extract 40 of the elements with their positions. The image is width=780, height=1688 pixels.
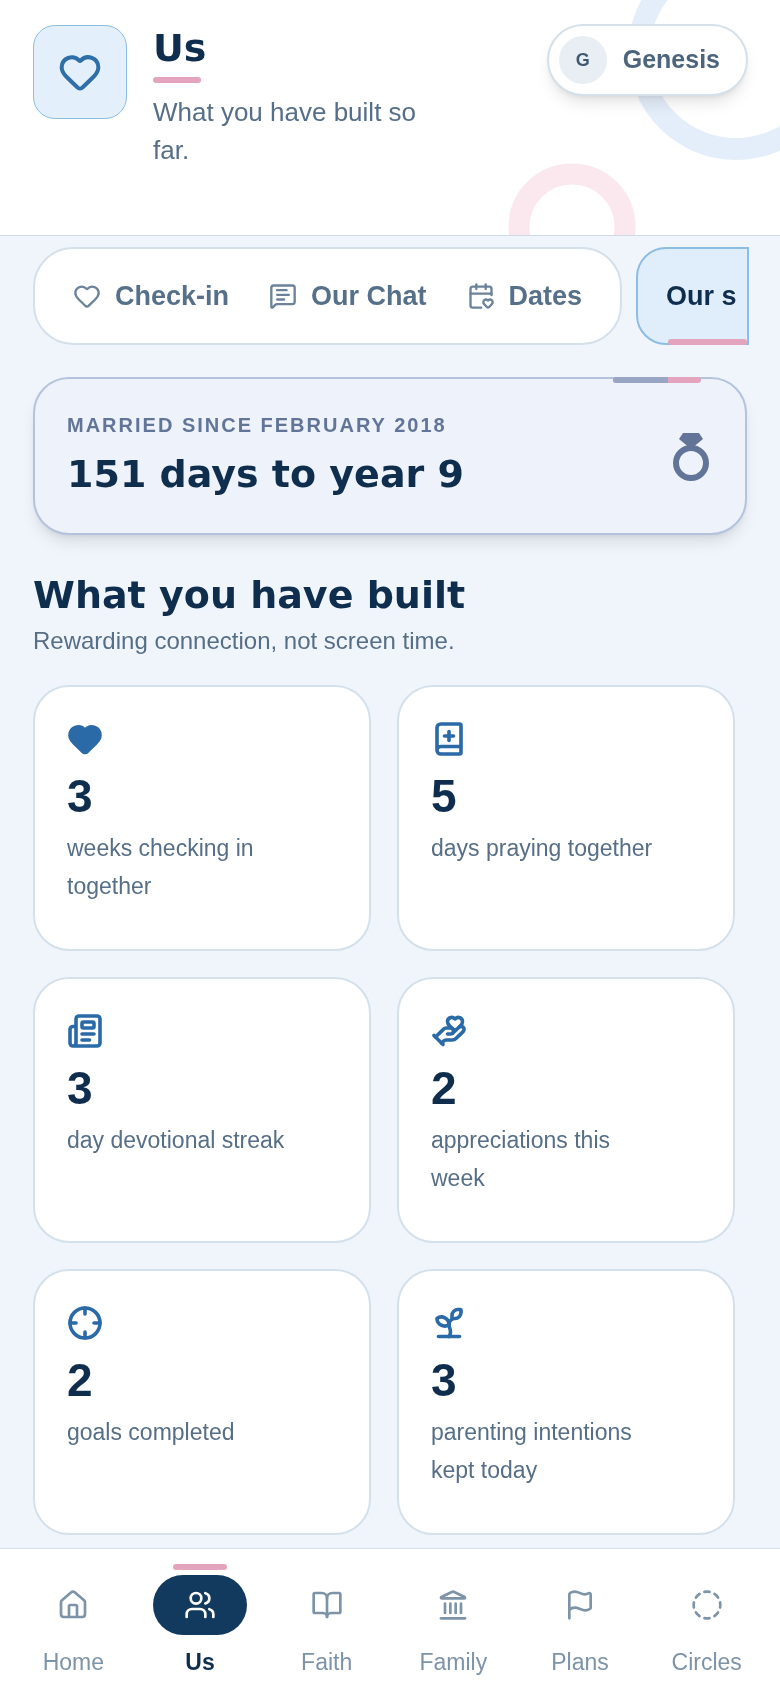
stat-label: appreciations this week [431, 1126, 611, 1193]
stat-label: weeks checking in together [67, 834, 255, 901]
crosshair-icon [67, 1305, 103, 1341]
section-subtitle: Rewarding connection, not screen time. [33, 626, 456, 656]
stat-label: day devotional streak [67, 1126, 286, 1155]
stat-value: 2 [67, 1353, 94, 1407]
stat-value: 5 [431, 769, 458, 823]
stat-label: goals completed [67, 1418, 236, 1447]
hand-heart-icon [431, 1013, 467, 1049]
title-underline [153, 77, 201, 83]
nav-item[interactable]: Family [390, 1575, 517, 1688]
tab[interactable]: Our s [636, 247, 749, 345]
circle-icon [690, 1589, 723, 1621]
anniversary-label: MARRIED SINCE FEBRUARY 2018 [67, 412, 448, 438]
nav-item[interactable]: Faith [263, 1575, 390, 1688]
page-subtitle: What you have built so far. [153, 96, 418, 167]
anniversary-countdown: 151 days to year 9 [67, 450, 464, 498]
stat-value: 3 [67, 769, 94, 823]
stat-label: days praying together [431, 834, 654, 863]
chat-icon [269, 282, 298, 310]
stat-label: parenting intentions kept today [431, 1418, 633, 1485]
tab[interactable]: Our Chat [269, 275, 427, 317]
calendar-icon [466, 282, 495, 310]
nav-item[interactable]: Circles [643, 1575, 770, 1688]
tab[interactable]: Check-in [73, 275, 230, 317]
people-icon [184, 1589, 216, 1621]
section-title: What you have built [33, 572, 467, 619]
nav-item[interactable]: Plans [516, 1575, 644, 1688]
tab[interactable]: Dates [466, 275, 583, 317]
stat-value: 2 [431, 1061, 458, 1115]
avatar: G [558, 36, 607, 84]
heart-icon [73, 282, 101, 310]
nav-indicator [173, 1564, 227, 1570]
stat-value: 3 [431, 1353, 458, 1407]
profile-button[interactable]: G Genesis [546, 24, 748, 96]
stat-value: 3 [67, 1061, 94, 1115]
page-title: Us [153, 25, 207, 71]
profile-name: Genesis [622, 44, 720, 76]
nav-item[interactable]: Us [136, 1575, 264, 1688]
nav-item[interactable]: Home [10, 1575, 137, 1688]
